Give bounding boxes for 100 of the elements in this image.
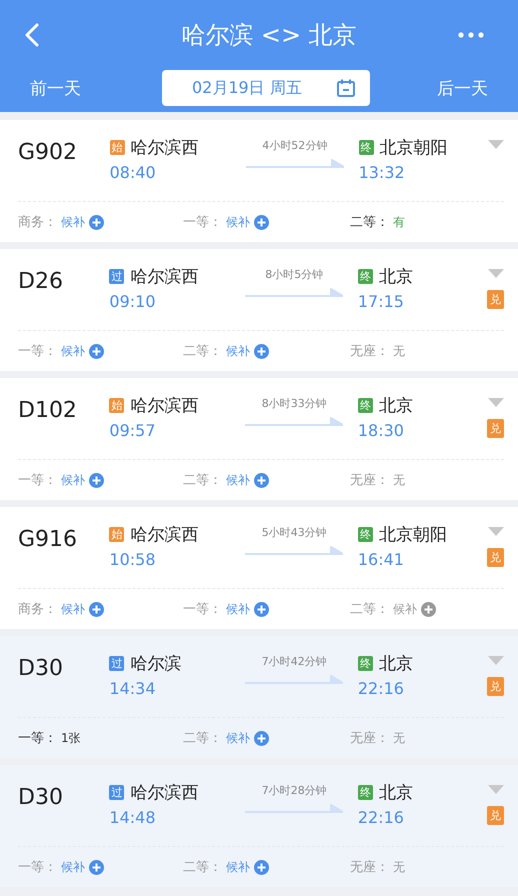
duration-text: 8小时33分钟 [262,396,327,411]
seat-availability[interactable]: 候补 [226,858,250,876]
station-tag: 终 [358,398,373,413]
seat-class: 无座： [350,343,389,360]
seat-class: 一等： [18,859,57,876]
dropdown-icon[interactable] [488,140,504,149]
seat-availability: 无 [393,342,405,360]
seat-class: 一等： [183,601,222,618]
seat-class: 二等： [183,730,222,747]
exchange-badge: 兑 [487,419,504,438]
add-icon[interactable] [254,214,269,230]
departure-time: 09:57 [109,421,157,440]
add-icon[interactable] [254,730,269,746]
departure-time: 09:10 [109,292,157,311]
seat-availability: 有 [393,214,405,230]
seat-availability[interactable]: 候补 [61,342,85,360]
station-tag: 终 [358,656,373,671]
arrow-icon [246,159,344,169]
arrival-station: 北京朝阳 [380,137,448,159]
seat-availability[interactable]: 候补 [61,858,85,876]
train-card[interactable]: G916 始 哈尔滨西 10:58 5小时43分钟 终 北京朝阳 16:41 兑 商务： 候补 一等： 候补 二等： 候补 [0,507,518,629]
seat-availability[interactable]: 候补 [61,214,85,230]
back-icon[interactable] [24,23,40,47]
add-icon[interactable] [89,602,104,616]
train-card[interactable]: D30 过 哈尔滨西 14:48 7小时28分钟 终 北京 22:16 兑 一等： 候补 二等： 候补 无座： 无 [0,765,518,887]
seat-availability[interactable]: 候补 [226,600,250,618]
train-card[interactable]: D102 始 哈尔滨西 09:57 8小时33分钟 终 北京 18:30 兑 一等： 候补 二等： 候补 无座： 无 [0,378,518,500]
seat-availability: 无 [393,472,405,488]
seat-availability[interactable]: 候补 [226,342,250,360]
departure-station: 哈尔滨西 [130,395,198,417]
seat-class: 二等： [350,214,389,231]
seat-class: 一等： [18,472,57,489]
add-icon[interactable] [89,860,104,874]
train-number: G916 [18,526,78,552]
seat-availability: 无 [393,858,405,876]
exchange-badge: 兑 [487,806,504,825]
station-tag: 过 [109,269,124,284]
arrival-station: 北京 [378,266,413,288]
seat-availability: 无 [393,730,405,746]
departure-station: 哈尔滨 [130,653,182,675]
seat-class: 无座： [350,859,389,876]
station-tag: 始 [109,398,124,413]
arrival-time: 22:16 [358,808,405,827]
seat-availability[interactable]: 候补 [226,730,250,746]
next-day-button[interactable]: 后一天 [437,76,488,100]
station-tag: 过 [109,656,124,671]
seat-availability[interactable]: 候补 [61,472,85,488]
add-icon[interactable] [254,472,269,488]
arrival-station: 北京 [378,395,413,417]
station-tag: 过 [109,785,124,800]
previous-day-button[interactable]: 前一天 [30,76,81,100]
station-tag: 始 [110,140,125,155]
add-icon[interactable] [254,602,269,616]
add-icon[interactable] [421,602,436,616]
seat-class: 二等： [183,472,222,489]
train-card[interactable]: G902 始 哈尔滨西 08:40 4小时52分钟 终 北京朝阳 13:32 商务： 候补 一等： 候补 二等： 有 [0,120,518,242]
add-icon[interactable] [89,214,104,230]
arrival-time: 22:16 [358,679,405,698]
seat-class: 商务： [18,214,57,231]
seat-class: 一等： [183,214,222,231]
seat-availability[interactable]: 候补 [226,472,250,488]
station-tag: 始 [109,527,124,542]
arrow-icon [245,417,344,427]
station-tag: 终 [358,785,373,800]
duration-text: 7小时28分钟 [262,783,327,798]
add-icon[interactable] [254,344,269,358]
arrival-station: 北京 [378,782,413,804]
train-card[interactable]: D30 过 哈尔滨 14:34 7小时42分钟 终 北京 22:16 兑 一等： 1张 二等： 候补 无座： 无 [0,636,518,758]
departure-station: 哈尔滨西 [130,524,198,546]
departure-station: 哈尔滨西 [130,782,198,804]
seat-class: 二等： [183,859,222,876]
dropdown-icon[interactable] [488,269,504,278]
arrow-icon [245,546,344,556]
more-icon[interactable] [458,32,484,38]
seat-availability: 1张 [61,730,81,746]
arrival-station: 北京朝阳 [378,524,447,546]
train-card[interactable]: D26 过 哈尔滨西 09:10 8小时5分钟 终 北京 17:15 兑 一等： 候补 二等： 候补 无座： 无 [0,249,518,371]
arrow-icon [245,675,344,685]
seat-availability[interactable]: 候补 [226,214,250,230]
station-tag: 终 [358,140,374,155]
exchange-badge: 兑 [487,290,504,309]
date-picker[interactable]: 02月19日 周五 [162,70,370,106]
seat-class: 无座： [350,730,389,747]
departure-station: 哈尔滨西 [130,266,198,288]
add-icon[interactable] [254,860,269,874]
departure-station: 哈尔滨西 [130,137,199,159]
dropdown-icon[interactable] [488,398,504,407]
exchange-badge: 兑 [487,548,504,567]
departure-time: 10:58 [109,550,157,569]
calendar-icon [336,78,356,98]
station-tag: 终 [358,527,373,542]
seat-availability[interactable]: 候补 [61,600,85,618]
seat-availability[interactable]: 候补 [393,600,417,618]
route-title: 哈尔滨 <> 北京 [181,20,357,51]
duration-text: 5小时43分钟 [262,525,327,540]
dropdown-icon[interactable] [488,527,504,536]
add-icon[interactable] [89,472,104,488]
exchange-badge: 兑 [487,677,504,696]
add-icon[interactable] [89,344,104,358]
train-number: D30 [18,784,64,810]
